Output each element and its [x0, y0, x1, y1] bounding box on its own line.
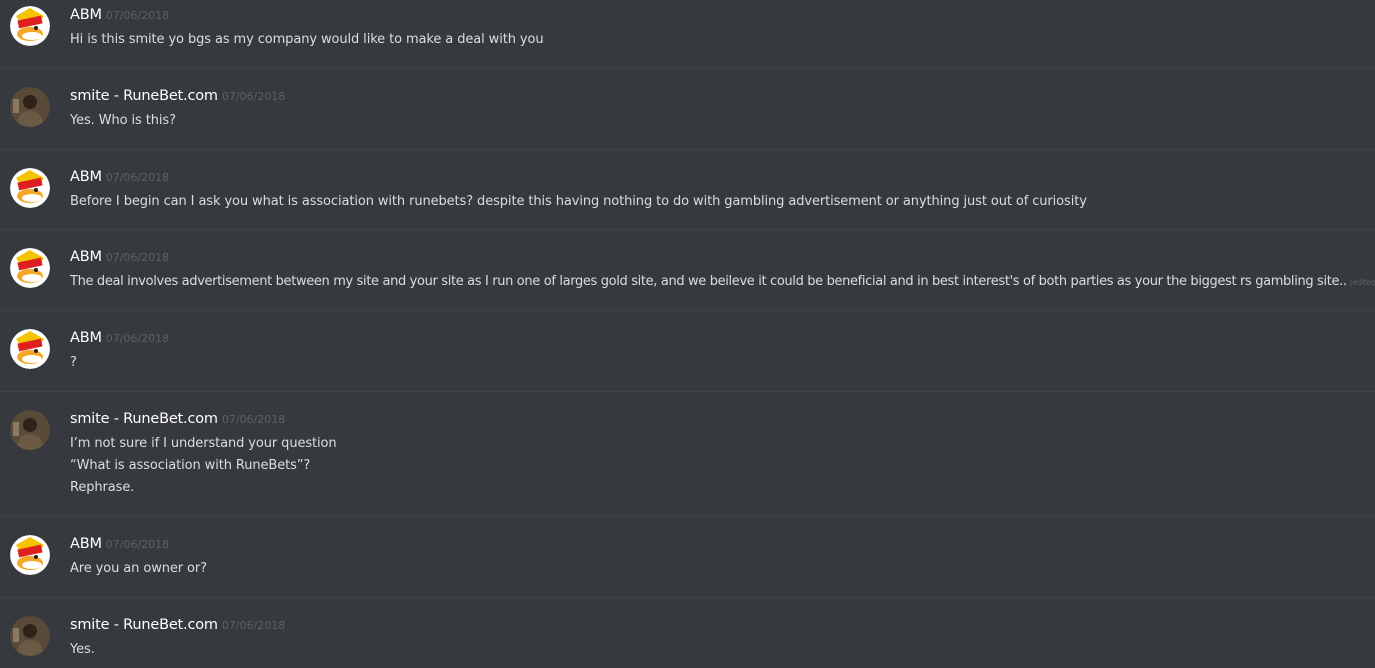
person-avatar[interactable] — [10, 87, 50, 127]
message-content: Yes. Who is this? — [70, 110, 176, 132]
message-content: ? — [70, 352, 77, 374]
username[interactable]: smite - RuneBet.com — [70, 88, 218, 104]
duck-avatar[interactable] — [10, 535, 50, 575]
message-content: I’m not sure if I understand your questi… — [70, 433, 337, 499]
message-divider — [0, 68, 1375, 69]
message-header: smite - RuneBet.com 07/06/2018 — [70, 408, 285, 427]
username[interactable]: ABM — [70, 330, 102, 346]
message-divider — [0, 597, 1375, 598]
message: smite - RuneBet.com 07/06/2018 Yes. — [0, 610, 1375, 668]
username[interactable]: ABM — [70, 169, 102, 185]
duck-avatar[interactable] — [10, 248, 50, 288]
edited-marker: (edited) — [1349, 278, 1375, 287]
message-content: The deal involves advertisement between … — [70, 271, 1375, 294]
username[interactable]: ABM — [70, 536, 102, 552]
message-content: Before I begin can I ask you what is ass… — [70, 191, 1087, 213]
timestamp: 07/06/2018 — [221, 90, 286, 103]
timestamp: 07/06/2018 — [105, 332, 170, 345]
timestamp: 07/06/2018 — [105, 171, 170, 184]
message-content: Are you an owner or? — [70, 558, 207, 580]
duck-avatar[interactable] — [10, 6, 50, 46]
message-text: Are you an owner or? — [70, 561, 207, 576]
timestamp: 07/06/2018 — [105, 9, 170, 22]
message-text-content: The deal involves advertisement between … — [70, 274, 1347, 289]
message-divider — [0, 149, 1375, 150]
username[interactable]: ABM — [70, 249, 102, 265]
timestamp: 07/06/2018 — [221, 413, 286, 426]
message-text: Yes. — [70, 642, 95, 657]
message-text: I’m not sure if I understand your questi… — [70, 436, 337, 451]
message-header: ABM 07/06/2018 — [70, 533, 169, 552]
message-header: ABM 07/06/2018 — [70, 4, 169, 23]
username[interactable]: smite - RuneBet.com — [70, 617, 218, 633]
username[interactable]: smite - RuneBet.com — [70, 411, 218, 427]
message-divider — [0, 229, 1375, 230]
message-divider — [0, 516, 1375, 517]
message-content: Yes. — [70, 639, 95, 661]
duck-avatar[interactable] — [10, 329, 50, 369]
message: ABM 07/06/2018 Are you an owner or? — [0, 529, 1375, 598]
timestamp: 07/06/2018 — [221, 619, 286, 632]
message-divider — [0, 391, 1375, 392]
chat-messages: ABM 07/06/2018 Hi is this smite yo bgs as… — [0, 0, 1375, 668]
message-text: Hi is this smite yo bgs as my company wo… — [70, 32, 544, 47]
message-header: ABM 07/06/2018 — [70, 166, 169, 185]
message-text: Rephrase. — [70, 480, 135, 495]
message-text: “What is association with RuneBets”? — [70, 458, 311, 473]
message-content: Hi is this smite yo bgs as my company wo… — [70, 29, 544, 51]
message-header: ABM 07/06/2018 — [70, 246, 169, 265]
message-header: ABM 07/06/2018 — [70, 327, 169, 346]
message: smite - RuneBet.com 07/06/2018 Yes. Who i… — [0, 81, 1375, 150]
message: ABM 07/06/2018 The deal involves advertis… — [0, 242, 1375, 311]
username[interactable]: ABM — [70, 7, 102, 23]
message: ABM 07/06/2018 ? — [0, 323, 1375, 392]
message-text: The deal involves advertisement between … — [70, 271, 1375, 294]
message-text: ? — [70, 355, 77, 370]
message: ABM 07/06/2018 Before I begin can I ask y… — [0, 162, 1375, 230]
message: smite - RuneBet.com 07/06/2018 I’m not su… — [0, 404, 1375, 517]
timestamp: 07/06/2018 — [105, 251, 170, 264]
message-header: smite - RuneBet.com 07/06/2018 — [70, 614, 285, 633]
message-text: Before I begin can I ask you what is ass… — [70, 194, 1087, 209]
message-header: smite - RuneBet.com 07/06/2018 — [70, 85, 285, 104]
person-avatar[interactable] — [10, 410, 50, 450]
message-divider — [0, 310, 1375, 311]
message: ABM 07/06/2018 Hi is this smite yo bgs as… — [0, 0, 1375, 69]
message-text: Yes. Who is this? — [70, 113, 176, 128]
person-avatar[interactable] — [10, 616, 50, 656]
duck-avatar[interactable] — [10, 168, 50, 208]
timestamp: 07/06/2018 — [105, 538, 170, 551]
